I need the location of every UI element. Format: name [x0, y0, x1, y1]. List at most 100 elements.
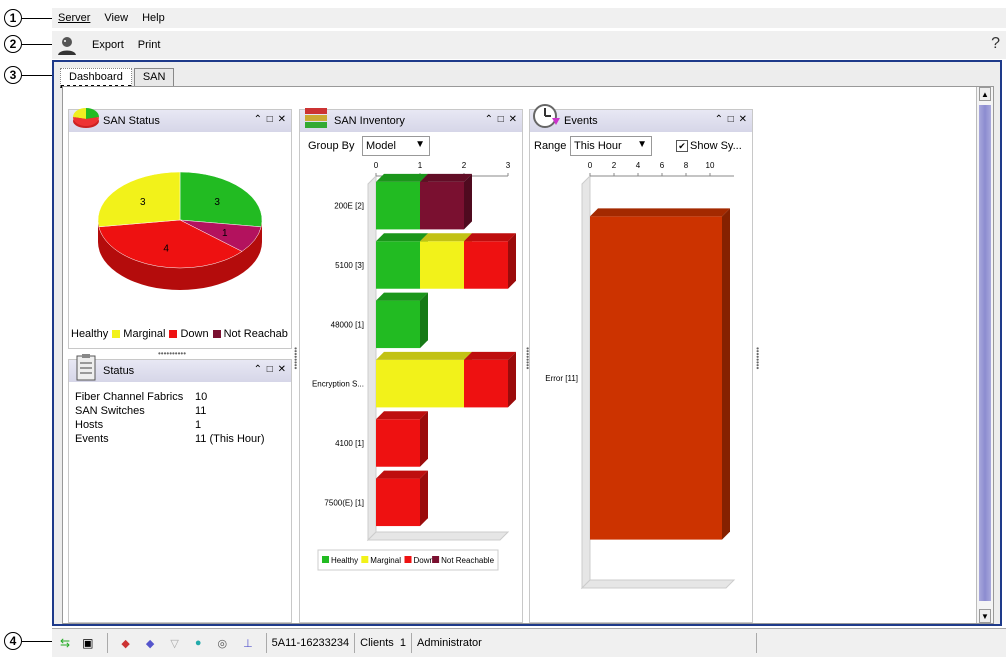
layers-icon[interactable]: ◆: [146, 637, 154, 650]
splitter-grip[interactable]: ••••••••••: [158, 349, 186, 358]
scroll-up-icon[interactable]: ▲: [979, 87, 991, 101]
status-label: Hosts: [75, 419, 104, 431]
clock-icon: [532, 102, 562, 132]
chevron-down-icon: ▼: [415, 139, 425, 150]
bar-side: [420, 411, 428, 467]
range-label: Range: [534, 140, 567, 152]
san-inventory-title: SAN Inventory: [334, 115, 405, 127]
group-by-label: Group By: [308, 140, 355, 152]
bar: [420, 181, 464, 230]
user-icon[interactable]: [56, 34, 78, 56]
san-status-panel: SAN Status ⌃ □ ✕ 3 1 4 3 Healthy Marginal D…: [68, 108, 292, 349]
legend-swatch: [432, 556, 440, 563]
panel-controls[interactable]: ⌃ □ ✕: [254, 114, 287, 125]
bar: [376, 419, 420, 467]
pie-chart-icon: [71, 102, 101, 132]
splitter-grip[interactable]: ••••••••: [753, 347, 762, 369]
bar: [376, 300, 420, 349]
table-row: Fiber Channel Fabrics 10: [75, 390, 264, 404]
legend-label: Healthy: [331, 556, 358, 565]
question-icon[interactable]: ?: [991, 35, 1000, 53]
callout-1: 1: [4, 9, 22, 27]
panel-title-bar: Events ⌃ □ ✕: [530, 104, 752, 132]
legend-label: Down: [180, 328, 209, 340]
category-label: 200E [2]: [334, 202, 364, 211]
legend-label: Marginal: [370, 556, 401, 565]
events-panel: Events ⌃ □ ✕ Range This Hour ▼ ✔ Show Sy…: [529, 104, 753, 623]
clients-count: Clients 1: [354, 633, 411, 653]
menu-server[interactable]: Server: [58, 12, 90, 24]
chevron-down-icon: ▼: [637, 139, 647, 150]
clipboard-icon: [71, 352, 101, 382]
show-sys-checkbox[interactable]: ✔: [676, 140, 688, 152]
bar-side: [420, 292, 428, 349]
bar: [376, 478, 420, 527]
tab-san[interactable]: SAN: [133, 68, 175, 88]
group-by-select[interactable]: Model ▼: [362, 136, 430, 156]
pie-slice: [97, 171, 181, 228]
bar: [590, 216, 722, 540]
tick-label: 0: [588, 161, 593, 170]
show-sys-label: Show Sy...: [690, 140, 742, 152]
range-value: This Hour: [574, 140, 622, 152]
bar: [464, 241, 508, 289]
legend-swatch: [169, 330, 178, 338]
dashboard: SAN Status ⌃ □ ✕ 3 1 4 3 Healthy Marginal D…: [62, 86, 994, 624]
status-title: Status: [103, 365, 135, 377]
tab-bar: Dashboard SAN: [60, 68, 176, 88]
status-value: 10: [195, 391, 208, 403]
legend-swatch: [361, 556, 369, 563]
eraser-icon[interactable]: ◆: [121, 637, 129, 650]
panel-controls[interactable]: ⌃ □ ✕: [485, 114, 518, 125]
callout-line: [22, 18, 52, 19]
vertical-scrollbar[interactable]: ▲ ▼: [976, 87, 993, 623]
category-label: Encryption S...: [312, 380, 364, 389]
tool-icons: ◆ ◆ ▽ ● ◎ ⊥: [107, 633, 265, 653]
print-button[interactable]: Print: [138, 39, 161, 51]
bar-top: [376, 292, 428, 301]
scroll-down-icon[interactable]: ▼: [979, 609, 991, 623]
pie-slice: [179, 171, 263, 228]
tick-label: 2: [462, 161, 467, 170]
device-icon[interactable]: ●: [195, 637, 202, 649]
legend-swatch: [404, 556, 412, 563]
callout-2: 2: [4, 35, 22, 53]
menu-help[interactable]: Help: [142, 12, 165, 24]
legend-label: Healthy: [71, 328, 109, 340]
legend-label: Marginal: [123, 328, 166, 340]
status-bar: ⇆ ▣ ◆ ◆ ▽ ● ◎ ⊥ 5A11-16233234 Clients 1 …: [52, 628, 1006, 657]
bar: [464, 359, 508, 408]
legend-label: Not Reachab: [223, 328, 288, 340]
category-label: Error [11]: [545, 374, 578, 383]
status-empty-cell: [756, 633, 927, 653]
scroll-thumb[interactable]: [979, 105, 991, 601]
bar: [376, 359, 464, 408]
panel-title-bar: SAN Status ⌃ □ ✕: [69, 108, 291, 132]
bar-side: [722, 208, 730, 540]
chart-wall: [367, 174, 377, 542]
bar: [376, 181, 420, 230]
menu-view[interactable]: View: [104, 12, 128, 24]
events-title: Events: [564, 115, 598, 127]
network-icon[interactable]: ⊥: [243, 637, 253, 650]
bar-side: [508, 233, 516, 289]
status-label: SAN Switches: [75, 405, 145, 417]
legend-swatch: [322, 556, 329, 563]
tab-dashboard[interactable]: Dashboard: [60, 68, 132, 88]
camera-icon[interactable]: ◎: [217, 637, 227, 650]
range-select[interactable]: This Hour ▼: [570, 136, 652, 156]
clients-value: 1: [399, 637, 407, 649]
san-status-pie-chart: 3 1 4 3: [97, 171, 263, 290]
toolbar: Export Print ?: [52, 30, 1006, 59]
inventory-stack-icon: [302, 102, 332, 132]
legend-swatch: [112, 330, 121, 338]
bar: [420, 241, 464, 289]
panel-controls[interactable]: ⌃ □ ✕: [715, 114, 748, 125]
category-label: 48000 [1]: [331, 320, 364, 329]
bar-top: [464, 351, 516, 360]
panel-controls[interactable]: ⌃ □ ✕: [254, 364, 287, 375]
san-inventory-panel: SAN Inventory ⌃ □ ✕ Group By Model ▼ 0 1 2…: [299, 108, 523, 623]
tick-label: 10: [706, 161, 715, 170]
export-button[interactable]: Export: [92, 39, 124, 51]
filter-icon[interactable]: ▽: [170, 637, 178, 650]
